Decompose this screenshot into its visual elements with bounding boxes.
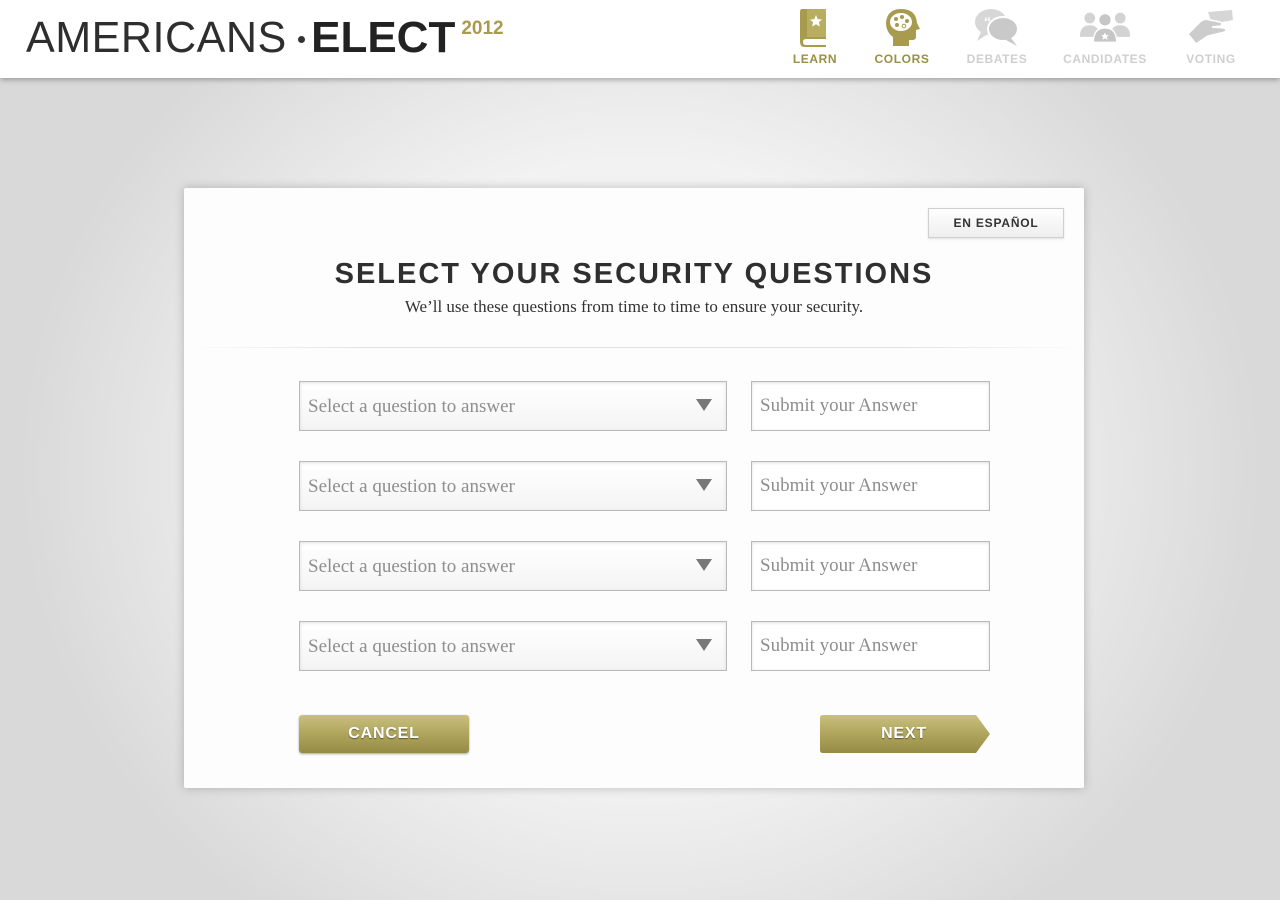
question-select-4[interactable]: Select a question to answer [299,621,727,671]
nav-item-colors[interactable]: COLORS [847,6,957,72]
logo-year: 2012 [461,18,504,39]
site-logo[interactable]: AMERICANS ELECT 2012 [26,14,504,64]
question-select-placeholder: Select a question to answer [308,556,515,577]
nav-label-voting: VOTING [1186,52,1236,66]
cancel-button[interactable]: CANCEL [299,715,469,753]
logo-word-americans: AMERICANS [26,13,287,62]
question-select-placeholder: Select a question to answer [308,476,515,497]
question-row-2: Select a question to answer [299,461,990,511]
page-subtitle: We’ll use these questions from time to t… [404,297,864,316]
hand-ballot-icon [1185,6,1237,48]
next-button-label: NEXT [881,725,927,742]
answer-input-1[interactable] [751,381,990,431]
answer-input-3[interactable] [751,541,990,591]
palette-head-icon [876,6,928,48]
logo-word-elect: ELECT [311,13,456,62]
dropdown-arrow-icon [696,639,712,651]
divider [184,347,1084,348]
svg-text:“: “ [984,15,991,30]
question-select-3[interactable]: Select a question to answer [299,541,727,591]
question-select-placeholder: Select a question to answer [308,636,515,657]
question-select-placeholder: Select a question to answer [308,396,515,417]
security-questions-card: EN ESPAÑOL SELECT YOUR SECURITY QUESTION… [184,188,1084,788]
people-group-icon [1079,6,1131,48]
top-bar: AMERICANS ELECT 2012 LEARN COLORS “ DEBA… [0,0,1280,78]
nav-label-learn: LEARN [792,52,838,66]
question-row-3: Select a question to answer [299,541,990,591]
question-row-1: Select a question to answer [299,381,990,431]
dropdown-arrow-icon [696,479,712,491]
nav-label-colors: COLORS [874,52,930,66]
dropdown-arrow-icon [696,559,712,571]
nav-label-candidates: CANDIDATES [1063,52,1147,66]
question-row-4: Select a question to answer [299,621,990,671]
page-title: SELECT YOUR SECURITY QUESTIONS [334,258,934,290]
question-select-1[interactable]: Select a question to answer [299,381,727,431]
dropdown-arrow-icon [696,399,712,411]
answer-input-4[interactable] [751,621,990,671]
answer-input-2[interactable] [751,461,990,511]
question-select-2[interactable]: Select a question to answer [299,461,727,511]
nav-item-candidates[interactable]: CANDIDATES [1050,6,1160,72]
speech-bubbles-icon: “ [971,6,1023,48]
next-button[interactable]: NEXT [820,715,990,753]
nav-item-debates[interactable]: “ DEBATES [942,6,1052,72]
nav-item-voting[interactable]: VOTING [1156,6,1266,72]
logo-dot [298,36,306,43]
main-nav: LEARN COLORS “ DEBATES CANDIDATES VOTING [760,0,1280,78]
book-star-icon [789,6,841,48]
nav-label-debates: DEBATES [966,52,1028,66]
spanish-language-button[interactable]: EN ESPAÑOL [928,208,1064,238]
